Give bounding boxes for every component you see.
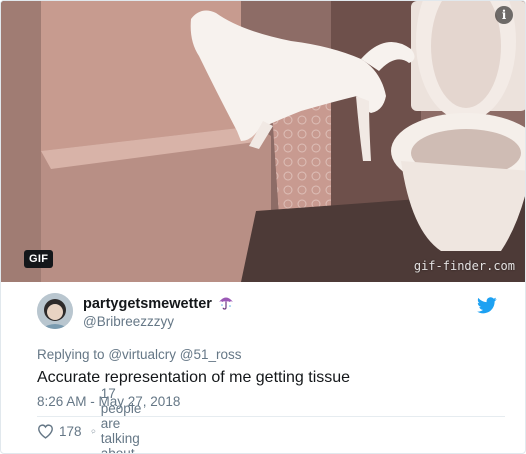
info-icon[interactable]: i [495,6,513,24]
embedded-tweet-card: GIF gif-finder.com i partygetsmewetter @… [0,0,526,454]
author-names[interactable]: partygetsmewetter @Bribreezzzyy [83,295,234,331]
author-handle[interactable]: @Bribreezzzyy [83,313,234,331]
avatar[interactable] [37,293,73,329]
gif-badge: GIF [24,250,54,268]
conversation-button[interactable]: 17 people are talking about this [91,386,154,453]
mention-link[interactable]: @virtualcry [108,347,176,362]
conversation-text: 17 people are talking about this [100,386,142,454]
author-display-name[interactable]: partygetsmewetter [83,296,212,312]
umbrella-emoji-icon [219,297,234,310]
heart-icon [38,423,53,439]
twitter-bird-icon[interactable] [477,297,497,314]
speech-bubble-icon [91,429,96,433]
gif-scene [1,1,525,282]
tweet-author-row: partygetsmewetter @Bribreezzzyy [37,293,497,333]
gif-finder-watermark: gif-finder.com [413,259,515,273]
mention-link[interactable]: @51_ross [180,347,242,362]
avatar-image [37,293,73,329]
replying-prefix: Replying to [37,347,105,362]
like-button[interactable]: 178 [37,421,82,441]
replying-to-line: Replying to @virtualcry @51_ross [37,347,242,362]
tweet-gif-media[interactable]: GIF gif-finder.com i [1,1,525,282]
like-count: 178 [59,423,82,439]
tweet-text: Accurate representation of me getting ti… [37,369,351,386]
